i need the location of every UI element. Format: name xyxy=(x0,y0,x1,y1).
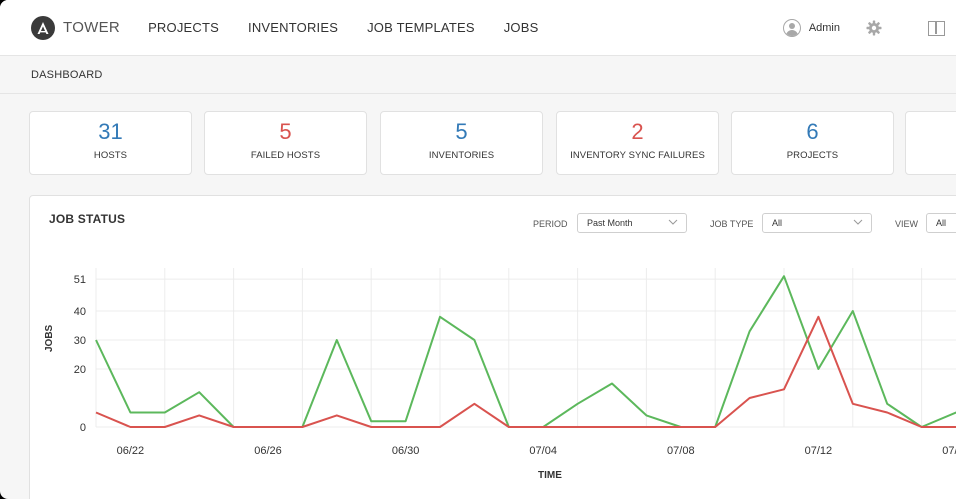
x-tick-label: 07/12 xyxy=(805,445,833,457)
app-window: TOWER PROJECTS INVENTORIES JOB TEMPLATES… xyxy=(0,0,956,499)
x-tick-label: 07/16 xyxy=(942,445,956,457)
y-tick-label: 30 xyxy=(74,335,86,347)
y-tick-label: 20 xyxy=(74,364,86,376)
x-tick-label: 06/22 xyxy=(117,445,145,457)
x-tick-label: 06/30 xyxy=(392,445,420,457)
y-tick-label: 51 xyxy=(74,274,86,286)
successful-jobs-line xyxy=(95,275,956,428)
failed-jobs-line xyxy=(95,315,956,428)
x-tick-label: 06/26 xyxy=(254,445,282,457)
y-tick-label: 40 xyxy=(74,306,86,318)
job-status-chart: 0 20 30 40 51 06/22 06/26 06/30 07/04 07/08 07/12 0… xyxy=(74,268,956,457)
x-tick-label: 07/04 xyxy=(529,445,557,457)
y-tick-label: 0 xyxy=(80,422,86,434)
x-tick-label: 07/08 xyxy=(667,445,695,457)
